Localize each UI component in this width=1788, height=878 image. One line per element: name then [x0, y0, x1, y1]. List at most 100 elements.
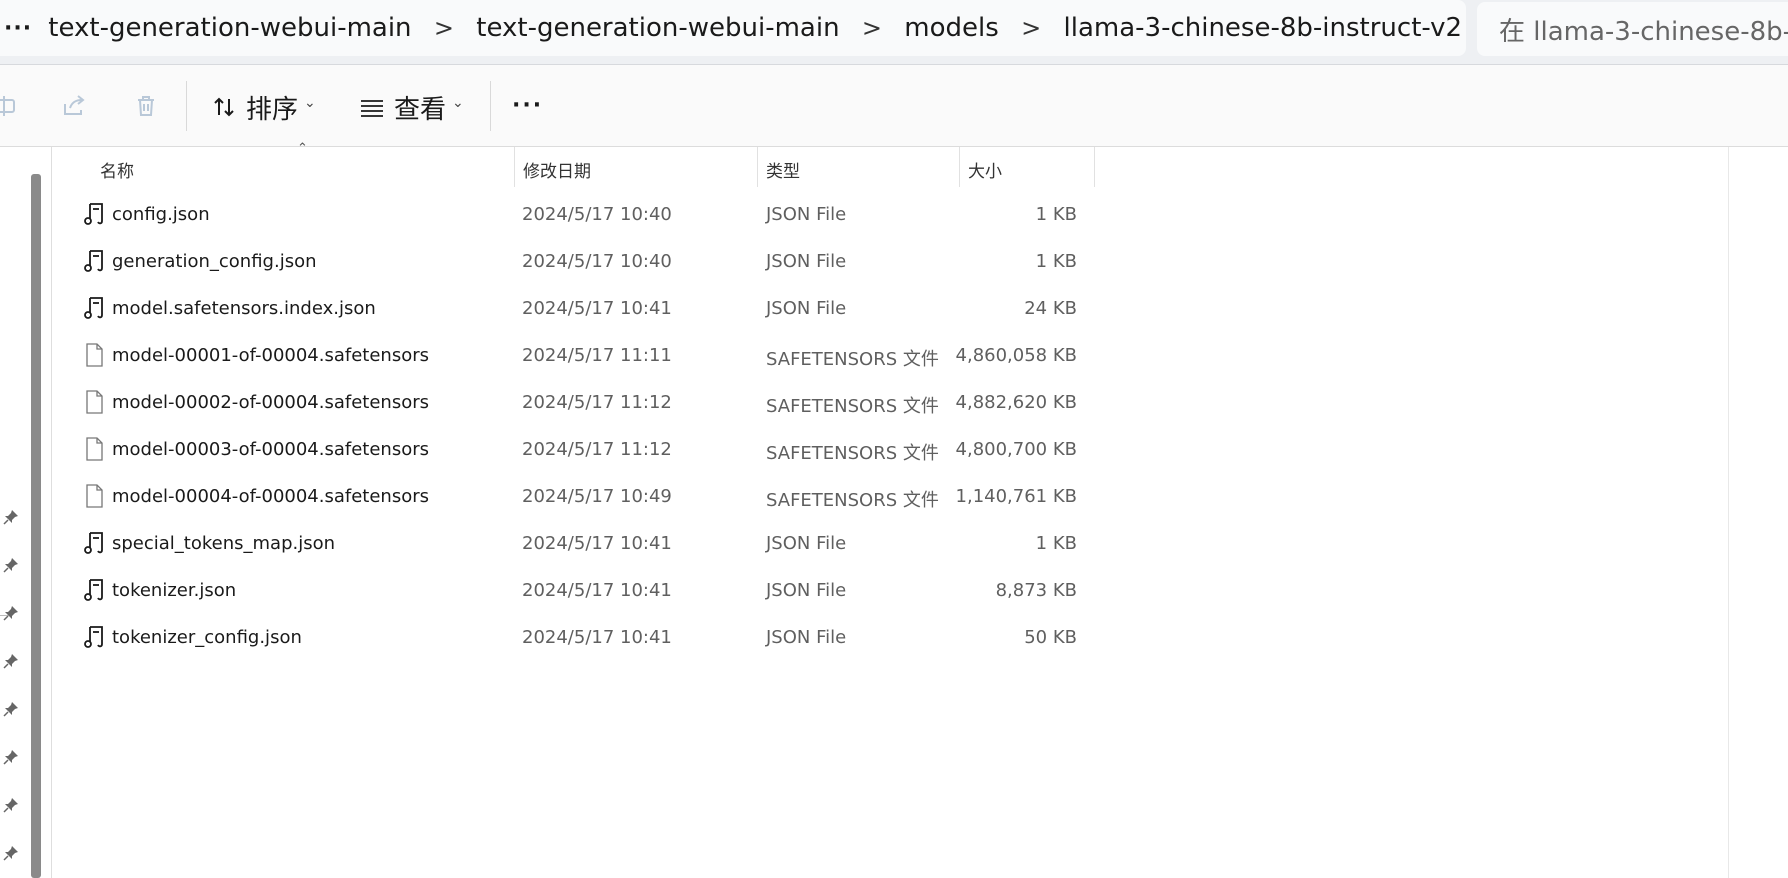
file-name: model-00004-of-00004.safetensors: [112, 486, 430, 507]
breadcrumb-overflow-button[interactable]: ···: [0, 16, 44, 41]
address-bar: ··· text-generation-webui-main > text-ge…: [0, 0, 1788, 65]
nav-pane-scrollbar[interactable]: [31, 174, 41, 878]
toolbar-divider: [490, 81, 491, 131]
chevron-down-icon: ⌄: [452, 95, 464, 111]
file-type: JSON File: [766, 627, 847, 648]
breadcrumb-item-webui[interactable]: text-generation-webui-main: [472, 13, 843, 43]
view-label: 查看: [394, 94, 447, 125]
chevron-right-icon[interactable]: >: [844, 14, 901, 42]
json-file-icon: [82, 530, 106, 556]
file-size: 4,860,058 KB: [955, 345, 1077, 366]
view-list-icon: [361, 100, 383, 117]
view-button[interactable]: 查看 ⌄: [358, 89, 464, 125]
table-row[interactable]: model-00001-of-00004.safetensors 2024/5/1…: [52, 332, 1092, 379]
file-name: model.safetensors.index.json: [112, 298, 376, 319]
file-type: JSON File: [766, 204, 847, 225]
table-row[interactable]: config.json 2024/5/17 10:40 JSON File 1 KB: [52, 191, 1092, 238]
table-row[interactable]: generation_config.json 2024/5/17 10:40 JSO…: [52, 238, 1092, 285]
pin-icon[interactable]: [3, 845, 19, 861]
table-row[interactable]: model.safetensors.index.json 2024/5/17 10…: [52, 285, 1092, 332]
column-header: ⌃ 名称 修改日期 类型 大小: [52, 141, 1095, 187]
file-name: model-00001-of-00004.safetensors: [112, 345, 430, 366]
more-options-button[interactable]: ···: [512, 93, 543, 118]
file-name: tokenizer_config.json: [112, 627, 302, 648]
content-edge: [1728, 147, 1729, 878]
breadcrumb: ··· text-generation-webui-main > text-ge…: [0, 0, 1466, 56]
file-size: 50 KB: [1024, 627, 1077, 648]
json-file-icon: [82, 577, 106, 603]
breadcrumb-item-root[interactable]: text-generation-webui-main: [44, 13, 415, 43]
file-list-view: ⌃ 名称 修改日期 类型 大小 config.json 2024/5/17 10:…: [52, 141, 1728, 878]
column-header-date[interactable]: 修改日期: [523, 157, 591, 182]
file-name: config.json: [112, 204, 210, 225]
sort-button[interactable]: 排序 ⌄: [210, 89, 316, 125]
file-type: SAFETENSORS 文件: [766, 349, 939, 370]
pin-icon[interactable]: [3, 557, 19, 573]
file-modified-date: 2024/5/17 11:12: [522, 392, 672, 413]
rename-icon[interactable]: [0, 92, 18, 120]
file-size: 24 KB: [1024, 298, 1077, 319]
table-row[interactable]: model-00004-of-00004.safetensors 2024/5/1…: [52, 473, 1092, 520]
table-row[interactable]: model-00003-of-00004.safetensors 2024/5/1…: [52, 426, 1092, 473]
file-type: JSON File: [766, 251, 847, 272]
file-name: model-00002-of-00004.safetensors: [112, 392, 430, 413]
file-name: generation_config.json: [112, 251, 317, 272]
file-name: model-00003-of-00004.safetensors: [112, 439, 430, 460]
file-size: 4,800,700 KB: [955, 439, 1077, 460]
file-type: JSON File: [766, 580, 847, 601]
pin-icon[interactable]: [3, 701, 19, 717]
file-modified-date: 2024/5/17 10:41: [522, 627, 672, 648]
file-type: JSON File: [766, 533, 847, 554]
file-size: 1 KB: [1035, 204, 1077, 225]
file-modified-date: 2024/5/17 11:12: [522, 439, 672, 460]
pin-icon[interactable]: [3, 797, 19, 813]
sort-icon: [214, 97, 234, 117]
file-modified-date: 2024/5/17 10:40: [522, 204, 672, 225]
pin-icon[interactable]: [3, 653, 19, 669]
json-file-icon: [82, 248, 106, 274]
column-header-name[interactable]: 名称: [100, 157, 134, 182]
file-size: 1 KB: [1035, 251, 1077, 272]
table-row[interactable]: tokenizer_config.json 2024/5/17 10:41 JSON…: [52, 614, 1092, 661]
column-resize-handle[interactable]: [1094, 147, 1095, 187]
chevron-right-icon[interactable]: >: [416, 14, 473, 42]
share-icon[interactable]: [60, 92, 88, 120]
json-file-icon: [82, 295, 106, 321]
file-type: SAFETENSORS 文件: [766, 396, 939, 417]
file-size: 4,882,620 KB: [955, 392, 1077, 413]
column-header-type[interactable]: 类型: [766, 157, 800, 182]
search-input[interactable]: 在 llama-3-chinese-8b-instruct-v2 中搜索: [1477, 2, 1788, 56]
pin-icon[interactable]: [3, 509, 19, 525]
file-type: SAFETENSORS 文件: [766, 443, 939, 464]
file-type: SAFETENSORS 文件: [766, 490, 939, 511]
file-size: 1 KB: [1035, 533, 1077, 554]
pin-icon[interactable]: [3, 605, 19, 621]
generic-file-icon: [82, 389, 106, 415]
column-header-size[interactable]: 大小: [968, 157, 1002, 182]
file-modified-date: 2024/5/17 10:41: [522, 533, 672, 554]
file-size: 8,873 KB: [995, 580, 1077, 601]
generic-file-icon: [82, 436, 106, 462]
delete-icon[interactable]: [132, 92, 160, 120]
generic-file-icon: [82, 483, 106, 509]
file-modified-date: 2024/5/17 10:41: [522, 580, 672, 601]
sort-ascending-icon: ⌃: [297, 141, 308, 156]
table-row[interactable]: tokenizer.json 2024/5/17 10:41 JSON File 8,…: [52, 567, 1092, 614]
chevron-right-icon[interactable]: >: [1003, 14, 1060, 42]
file-modified-date: 2024/5/17 11:11: [522, 345, 672, 366]
json-file-icon: [82, 201, 106, 227]
file-type: JSON File: [766, 298, 847, 319]
toolbar-divider: [186, 81, 187, 131]
file-size: 1,140,761 KB: [955, 486, 1077, 507]
table-row[interactable]: special_tokens_map.json 2024/5/17 10:41 JS…: [52, 520, 1092, 567]
table-row[interactable]: model-00002-of-00004.safetensors 2024/5/1…: [52, 379, 1092, 426]
file-modified-date: 2024/5/17 10:40: [522, 251, 672, 272]
file-name: tokenizer.json: [112, 580, 237, 601]
pin-icon[interactable]: [3, 749, 19, 765]
breadcrumb-item-current-folder[interactable]: llama-3-chinese-8b-instruct-v2: [1060, 13, 1466, 43]
chevron-down-icon: ⌄: [304, 95, 316, 111]
breadcrumb-item-models[interactable]: models: [900, 13, 1003, 43]
column-resize-handle[interactable]: [959, 147, 960, 187]
column-resize-handle[interactable]: [757, 147, 758, 187]
column-resize-handle[interactable]: [514, 147, 515, 187]
